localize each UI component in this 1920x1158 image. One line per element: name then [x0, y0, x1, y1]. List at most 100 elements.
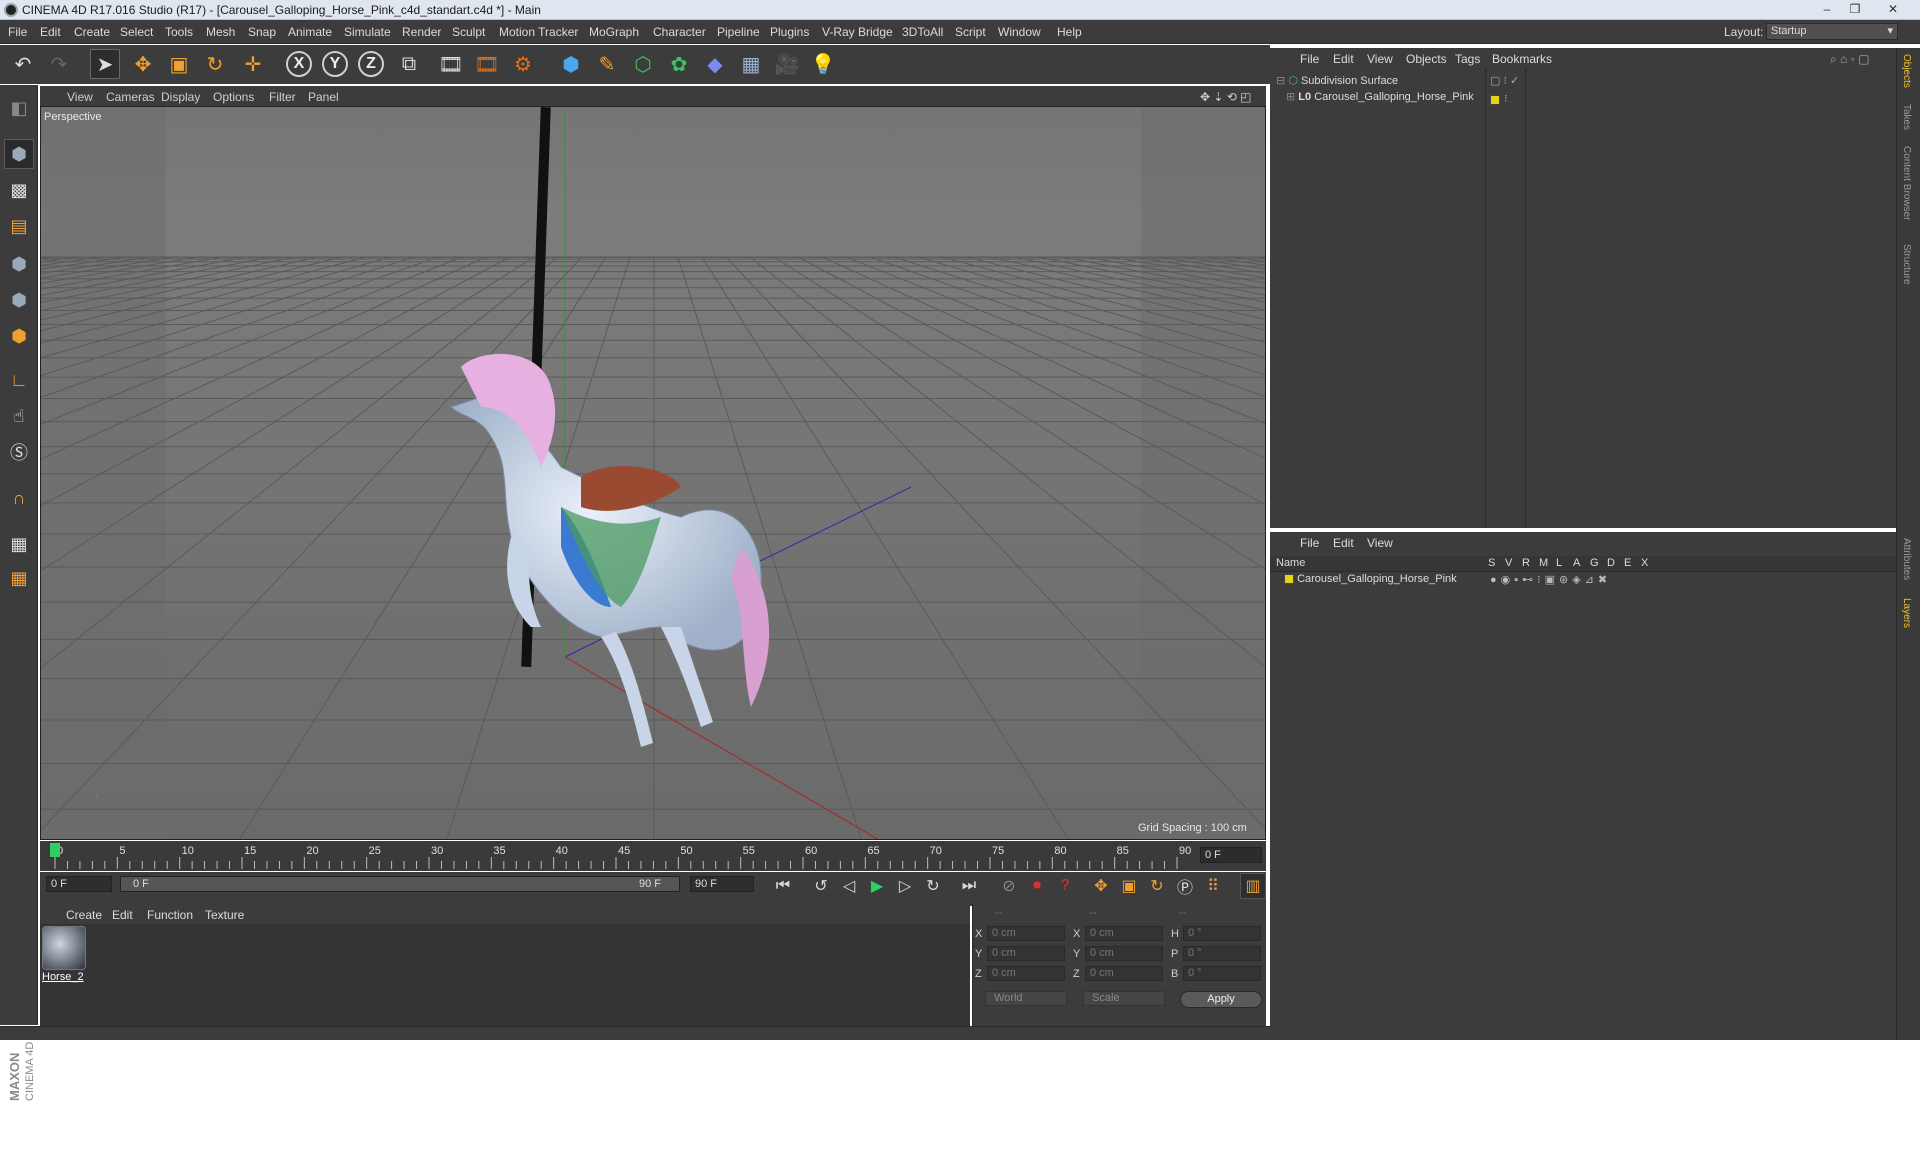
menu-mesh[interactable]: Mesh: [206, 25, 235, 39]
om-menu-objects[interactable]: Objects: [1406, 52, 1447, 66]
layer-row[interactable]: Carousel_Galloping_Horse_Pink: [1284, 573, 1457, 591]
current-frame-field[interactable]: 0 F: [1200, 847, 1262, 863]
visibility-dots-icon[interactable]: ⁝: [1504, 92, 1508, 105]
light-icon[interactable]: 💡: [808, 49, 838, 79]
start-frame-field[interactable]: 0 F: [46, 876, 112, 892]
texture-mode-icon[interactable]: ▩: [4, 175, 34, 205]
material-thumbnail[interactable]: [42, 926, 86, 970]
timeline-ruler[interactable]: 0 5 10 15 20 25 30 35 40 45 50 55 60 65 70 75 80 85 90: [40, 841, 1266, 871]
end-frame-field[interactable]: 90 F: [690, 876, 754, 892]
cloner-icon[interactable]: ✿: [664, 49, 694, 79]
vp-menu-cameras[interactable]: Cameras: [106, 90, 155, 104]
coordinate-system-icon[interactable]: ⧉: [394, 49, 424, 79]
move-icon[interactable]: ✥: [128, 49, 158, 79]
pos-z-field[interactable]: 0 cm: [987, 966, 1065, 981]
menu-pipeline[interactable]: Pipeline: [717, 25, 760, 39]
layout-select[interactable]: Startup ▾: [1766, 23, 1898, 40]
render-settings-icon[interactable]: ⚙: [508, 49, 538, 79]
menu-vray-bridge[interactable]: V-Ray Bridge: [822, 25, 893, 39]
expand-icon[interactable]: ⊞: [1286, 91, 1295, 103]
menu-simulate[interactable]: Simulate: [344, 25, 391, 39]
x-axis-button[interactable]: X: [284, 49, 314, 79]
key-pla-icon[interactable]: ⠿: [1200, 873, 1226, 899]
om-menu-edit[interactable]: Edit: [1333, 52, 1354, 66]
tab-objects[interactable]: Objects: [1901, 54, 1912, 88]
layer-color-swatch[interactable]: [1284, 574, 1294, 585]
solo-icon[interactable]: Ⓢ: [4, 437, 34, 467]
locked-workplane-icon[interactable]: ▦: [4, 529, 34, 559]
previous-frame-icon[interactable]: ◁: [836, 873, 862, 899]
rotate-icon[interactable]: ↻: [200, 49, 230, 79]
tab-content-browser[interactable]: Content Browser: [1901, 146, 1912, 220]
key-parameter-icon[interactable]: Ⓟ: [1172, 873, 1198, 899]
tab-attributes[interactable]: Attributes: [1901, 538, 1912, 580]
vp-menu-panel[interactable]: Panel: [308, 90, 339, 104]
y-axis-button[interactable]: Y: [320, 49, 350, 79]
edges-mode-icon[interactable]: ⬢: [4, 285, 34, 315]
perspective-viewport[interactable]: ↑: [40, 106, 1266, 840]
collapse-icon[interactable]: ⊟: [1276, 75, 1285, 87]
workplane-icon[interactable]: ▤: [4, 211, 34, 241]
size-y-field[interactable]: 0 cm: [1085, 946, 1163, 961]
close-icon[interactable]: ✕: [1880, 1, 1906, 18]
mat-menu-create[interactable]: Create: [66, 908, 102, 922]
key-position-icon[interactable]: ✥: [1088, 873, 1114, 899]
render-picture-viewer-icon[interactable]: 🎞: [472, 49, 502, 79]
material-name[interactable]: Horse_2: [42, 971, 84, 983]
layer-flags-icons[interactable]: ●◉▪⊷⁝▣⊛◈⊿✖: [1490, 573, 1611, 586]
planar-workplane-icon[interactable]: ▦: [4, 563, 34, 593]
rot-h-field[interactable]: 0 °: [1183, 926, 1261, 941]
mat-menu-texture[interactable]: Texture: [205, 908, 244, 922]
rot-b-field[interactable]: 0 °: [1183, 966, 1261, 981]
vp-menu-options[interactable]: Options: [213, 90, 254, 104]
polygons-mode-icon[interactable]: ⬢: [4, 321, 34, 351]
tab-takes[interactable]: Takes: [1901, 104, 1912, 130]
vp-menu-filter[interactable]: Filter: [269, 90, 296, 104]
mat-menu-edit[interactable]: Edit: [112, 908, 133, 922]
menu-window[interactable]: Window: [998, 25, 1041, 39]
om-menu-file[interactable]: File: [1300, 52, 1319, 66]
menu-script[interactable]: Script: [955, 25, 986, 39]
render-view-icon[interactable]: 🎞: [436, 49, 466, 79]
om-menu-tags[interactable]: Tags: [1455, 52, 1480, 66]
tab-structure[interactable]: Structure: [1901, 244, 1912, 285]
size-z-field[interactable]: 0 cm: [1085, 966, 1163, 981]
record-active-icon[interactable]: ⏺: [1024, 873, 1050, 899]
menu-file[interactable]: File: [8, 25, 27, 39]
enabled-check-icon[interactable]: ▢ ⁝ ✓: [1490, 74, 1519, 87]
lm-menu-edit[interactable]: Edit: [1333, 536, 1354, 550]
make-editable-icon[interactable]: ◧: [4, 93, 34, 123]
cube-icon[interactable]: ⬢: [556, 49, 586, 79]
maximize-icon[interactable]: ❐: [1842, 1, 1868, 18]
lm-menu-file[interactable]: File: [1300, 536, 1319, 550]
vp-menu-display[interactable]: Display: [161, 90, 200, 104]
select-arrow-icon[interactable]: ➤: [90, 49, 120, 79]
playhead-marker[interactable]: [50, 843, 60, 857]
key-rotation-icon[interactable]: ↻: [1144, 873, 1170, 899]
menu-snap[interactable]: Snap: [248, 25, 276, 39]
magnet-icon[interactable]: ∩: [4, 483, 34, 513]
menu-render[interactable]: Render: [402, 25, 441, 39]
menu-sculpt[interactable]: Sculpt: [452, 25, 485, 39]
go-to-end-icon[interactable]: ⏭: [956, 873, 982, 899]
previous-key-icon[interactable]: ↺: [808, 873, 834, 899]
points-mode-icon[interactable]: ⬢: [4, 249, 34, 279]
go-to-start-icon[interactable]: ⏮: [770, 873, 796, 899]
rot-p-field[interactable]: 0 °: [1183, 946, 1261, 961]
pos-x-field[interactable]: 0 cm: [987, 926, 1065, 941]
record-keys-disabled-icon[interactable]: ⊘: [996, 873, 1022, 899]
next-frame-icon[interactable]: ▷: [892, 873, 918, 899]
key-scale-icon[interactable]: ▣: [1116, 873, 1142, 899]
coord-mode-select[interactable]: World: [985, 991, 1067, 1006]
om-menu-bookmarks[interactable]: Bookmarks: [1492, 52, 1552, 66]
size-x-field[interactable]: 0 cm: [1085, 926, 1163, 941]
scale-icon[interactable]: ▣: [164, 49, 194, 79]
viewport-nav-icon[interactable]: ✥ ⇣ ⟲ ◰: [1200, 90, 1252, 104]
model-mode-icon[interactable]: ⬢: [4, 139, 34, 169]
menu-animate[interactable]: Animate: [288, 25, 332, 39]
menu-create[interactable]: Create: [74, 25, 110, 39]
minimize-icon[interactable]: –: [1814, 1, 1840, 18]
menu-select[interactable]: Select: [120, 25, 153, 39]
camera-icon[interactable]: 🎥: [772, 49, 802, 79]
menu-mograph[interactable]: MoGraph: [589, 25, 639, 39]
